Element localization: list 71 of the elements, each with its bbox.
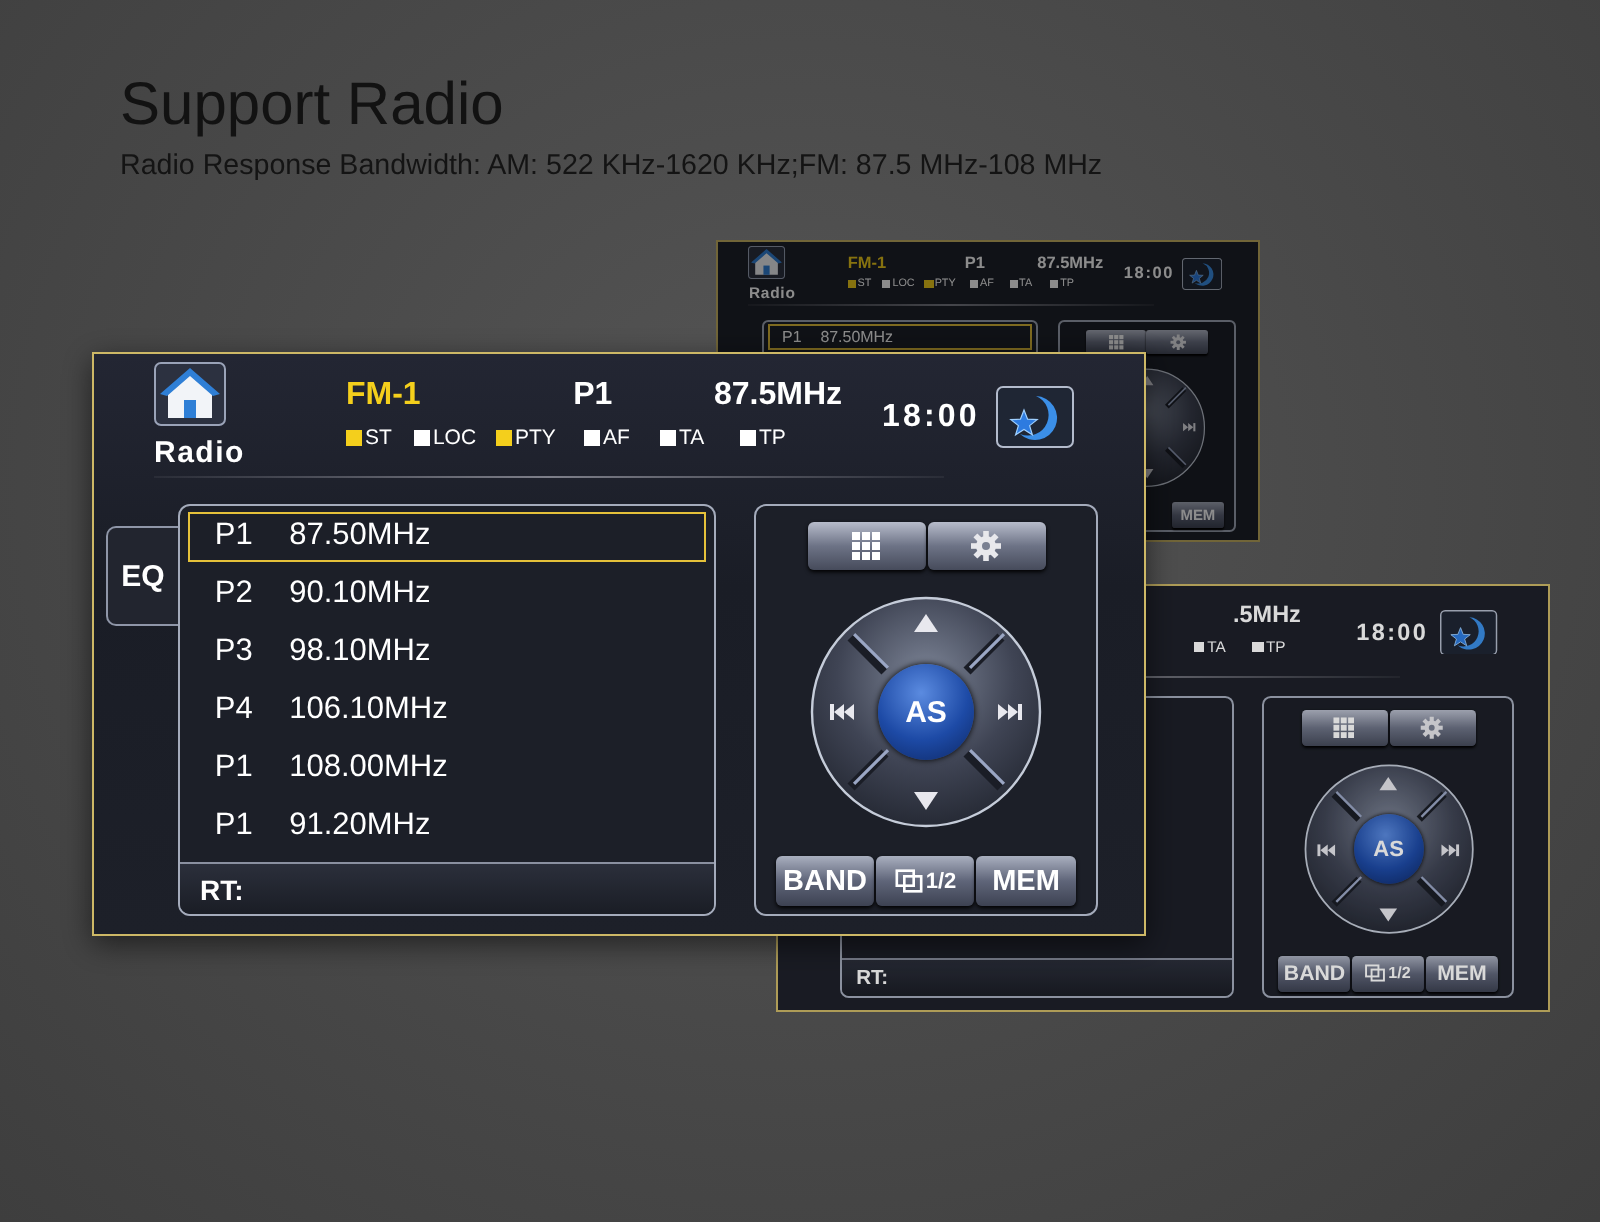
preset-frequency: 91.20MHz [289,808,431,845]
preset-channel: P2 [212,576,255,613]
down-arrow-icon[interactable] [912,786,940,815]
grid-menu-button[interactable] [807,522,925,571]
home-icon[interactable] [748,246,786,280]
indicator-label: TP [758,425,786,450]
preset-row[interactable]: P1 87.50MHz [188,512,706,562]
preset-frequency: 106.10MHz [289,692,448,729]
favorites-button[interactable] [996,386,1074,448]
preset-row[interactable]: P1 91.20MHz [188,802,706,852]
home-icon[interactable] [154,362,226,426]
preset-frequency: 90.10MHz [289,576,431,613]
up-arrow-icon[interactable] [1378,774,1399,796]
overlapping-squares-icon [893,866,924,897]
gear-icon [1420,715,1445,740]
clock-text: 18:00 [1123,266,1177,284]
frequency-label: .5MHz [1233,603,1303,630]
eq-tab[interactable]: EQ [106,526,178,627]
preset-row[interactable]: P4 106.10MHz [188,686,706,736]
grid-icon [850,530,882,563]
app-label: Radio [154,435,245,471]
rt-label: RT: [200,873,244,906]
star-moon-icon [996,386,1074,448]
grid-icon [1332,715,1357,740]
favorites-button[interactable] [1440,609,1498,655]
preset-row[interactable]: P1 108.00MHz [188,744,706,794]
page-button[interactable]: 1/2 [1351,955,1424,992]
mem-button[interactable]: MEM [976,856,1076,907]
preset-channel: P3 [212,634,255,671]
gear-icon [970,530,1002,563]
preset-channel: P4 [212,692,255,729]
preset-row[interactable]: P3 98.10MHz [188,628,706,678]
preset-label: P1 [964,254,987,273]
indicator-label: AF [602,425,630,450]
star-moon-icon [1182,258,1223,291]
grid-icon [1107,333,1124,351]
rt-label: RT: [856,967,889,990]
down-arrow-icon[interactable] [1378,903,1399,925]
preset-row[interactable]: P2 90.10MHz [188,570,706,620]
band-button[interactable]: BAND [776,856,874,907]
page-button[interactable]: 1/2 [876,856,974,907]
gear-icon [1169,333,1186,351]
preset-frequency: 98.10MHz [289,634,431,671]
clock-text: 18:00 [1356,621,1431,645]
preset-channel: P1 [212,808,255,845]
clock-text: 18:00 [882,402,982,434]
band-button[interactable]: BAND [1278,955,1351,992]
star-moon-icon [1440,609,1498,655]
grid-menu-button[interactable] [1301,710,1388,746]
preset-frequency: 87.50MHz [289,518,431,555]
settings-button[interactable] [1389,710,1476,746]
settings-button[interactable] [927,522,1045,571]
band-label: FM-1 [847,254,889,273]
favorites-button[interactable] [1182,258,1223,291]
grid-menu-button[interactable] [1085,329,1146,355]
preset-channel: P1 [212,750,255,787]
next-track-icon[interactable] [1439,839,1461,860]
indicator-label: PTY [514,425,556,450]
indicator-label: TA [678,425,705,450]
mem-button[interactable]: MEM [1425,955,1499,992]
band-label: FM-1 [346,378,423,414]
indicator-label: ST [364,425,392,450]
previous-track-icon[interactable] [1316,839,1338,860]
overlapping-squares-icon [1364,962,1387,985]
preset-label: P1 [573,378,615,414]
preset-channel: P1 [212,518,255,555]
next-track-icon[interactable] [1182,420,1197,435]
preset-frequency: 108.00MHz [289,750,448,787]
indicator-label: LOC [432,425,477,450]
frequency-label: 87.5MHz [1037,254,1106,273]
frequency-label: 87.5MHz [713,378,845,414]
